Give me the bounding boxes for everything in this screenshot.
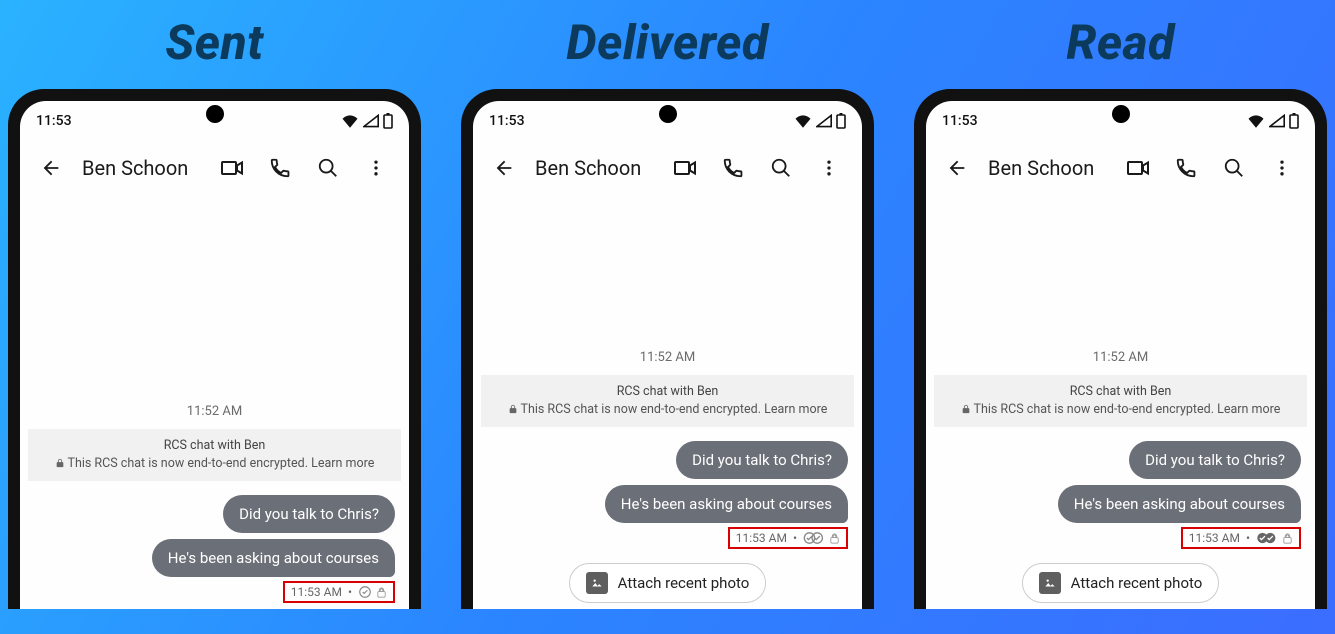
date-separator: 11:52 AM xyxy=(934,350,1307,365)
sent-message-1[interactable]: Did you talk to Chris? xyxy=(676,441,848,479)
read-double-check-filled-icon xyxy=(1256,531,1278,545)
screen: 11:53 Ben Schoon xyxy=(926,101,1315,609)
column-title-sent: Sent xyxy=(165,14,263,71)
voice-call-button[interactable] xyxy=(1169,151,1203,185)
lock-icon xyxy=(961,404,971,414)
camera-cutout xyxy=(659,105,677,123)
screen: 11:53 Ben Schoon xyxy=(473,101,862,609)
column-delivered: Delivered 11:53 Ben Schoon xyxy=(461,0,874,609)
chat-area: 11:52 AM RCS chat with Ben This RCS chat… xyxy=(926,197,1315,609)
video-call-button[interactable] xyxy=(1121,151,1155,185)
attach-photo-label: Attach recent photo xyxy=(1071,574,1203,592)
rcs-banner-line1: RCS chat with Ben xyxy=(944,383,1297,401)
learn-more-link[interactable]: Learn more xyxy=(311,456,374,471)
voice-call-button[interactable] xyxy=(716,151,750,185)
rcs-banner: RCS chat with Ben This RCS chat is now e… xyxy=(481,375,854,427)
lock-icon xyxy=(508,404,518,414)
status-highlight-box: 11:53 AM • xyxy=(283,581,395,603)
more-menu-button[interactable] xyxy=(359,151,393,185)
contact-name[interactable]: Ben Schoon xyxy=(535,156,658,180)
status-icons xyxy=(341,113,393,129)
column-title-delivered: Delivered xyxy=(566,14,768,71)
sent-message-2[interactable]: He's been asking about courses xyxy=(605,485,848,523)
image-icon xyxy=(586,572,608,594)
back-button[interactable] xyxy=(940,151,974,185)
camera-cutout xyxy=(1112,105,1130,123)
attach-photo-chip[interactable]: Attach recent photo xyxy=(569,563,767,603)
search-button[interactable] xyxy=(311,151,345,185)
screen: 11:53 Ben Schoon xyxy=(20,101,409,609)
search-button[interactable] xyxy=(1217,151,1251,185)
lock-icon xyxy=(1282,533,1293,544)
search-button[interactable] xyxy=(764,151,798,185)
rcs-banner-line2: This RCS chat is now end-to-end encrypte… xyxy=(944,401,1297,419)
battery-icon xyxy=(383,113,393,129)
back-button[interactable] xyxy=(487,151,521,185)
app-header: Ben Schoon xyxy=(926,133,1315,197)
status-time: 11:53 xyxy=(36,113,72,129)
contact-name[interactable]: Ben Schoon xyxy=(82,156,205,180)
app-header: Ben Schoon xyxy=(473,133,862,197)
column-title-read: Read xyxy=(1066,14,1174,71)
sent-message-2[interactable]: He's been asking about courses xyxy=(152,539,395,577)
attach-photo-chip[interactable]: Attach recent photo xyxy=(1022,563,1220,603)
delivered-double-check-icon xyxy=(803,531,825,545)
lock-icon xyxy=(376,587,387,598)
wifi-icon xyxy=(341,114,359,128)
signal-icon xyxy=(363,114,379,128)
date-separator: 11:52 AM xyxy=(481,350,854,365)
rcs-banner-line1: RCS chat with Ben xyxy=(491,383,844,401)
phone-frame: 11:53 Ben Schoon xyxy=(8,89,421,609)
lock-icon xyxy=(829,533,840,544)
sent-message-1[interactable]: Did you talk to Chris? xyxy=(223,495,395,533)
signal-icon xyxy=(1269,114,1285,128)
rcs-banner-line1: RCS chat with Ben xyxy=(38,437,391,455)
sent-check-icon xyxy=(358,585,372,599)
video-call-button[interactable] xyxy=(668,151,702,185)
camera-cutout xyxy=(206,105,224,123)
phone-frame: 11:53 Ben Schoon xyxy=(914,89,1327,609)
battery-icon xyxy=(1289,113,1299,129)
contact-name[interactable]: Ben Schoon xyxy=(988,156,1111,180)
image-icon xyxy=(1039,572,1061,594)
learn-more-link[interactable]: Learn more xyxy=(1217,402,1280,417)
status-time: 11:53 xyxy=(489,113,525,129)
wifi-icon xyxy=(794,114,812,128)
status-time: 11:53 xyxy=(942,113,978,129)
date-separator: 11:52 AM xyxy=(28,404,401,419)
app-header: Ben Schoon xyxy=(20,133,409,197)
learn-more-link[interactable]: Learn more xyxy=(764,402,827,417)
wifi-icon xyxy=(1247,114,1265,128)
battery-icon xyxy=(836,113,846,129)
message-timestamp: 11:53 AM xyxy=(291,585,342,599)
status-highlight-box: 11:53 AM • xyxy=(728,527,848,549)
message-timestamp: 11:53 AM xyxy=(736,531,787,545)
voice-call-button[interactable] xyxy=(263,151,297,185)
chat-area: 11:52 AM RCS chat with Ben This RCS chat… xyxy=(473,197,862,609)
video-call-button[interactable] xyxy=(215,151,249,185)
column-sent: Sent 11:53 Ben Schoon xyxy=(8,0,421,609)
sent-message-1[interactable]: Did you talk to Chris? xyxy=(1129,441,1301,479)
status-icons xyxy=(1247,113,1299,129)
rcs-banner-line2: This RCS chat is now end-to-end encrypte… xyxy=(38,455,391,473)
more-menu-button[interactable] xyxy=(1265,151,1299,185)
column-read: Read 11:53 Ben Schoon xyxy=(914,0,1327,609)
status-highlight-box: 11:53 AM • xyxy=(1181,527,1301,549)
lock-icon xyxy=(55,458,65,468)
rcs-banner-line2: This RCS chat is now end-to-end encrypte… xyxy=(491,401,844,419)
rcs-banner: RCS chat with Ben This RCS chat is now e… xyxy=(28,429,401,481)
phone-frame: 11:53 Ben Schoon xyxy=(461,89,874,609)
attach-photo-label: Attach recent photo xyxy=(618,574,750,592)
rcs-banner: RCS chat with Ben This RCS chat is now e… xyxy=(934,375,1307,427)
message-timestamp: 11:53 AM xyxy=(1189,531,1240,545)
more-menu-button[interactable] xyxy=(812,151,846,185)
back-button[interactable] xyxy=(34,151,68,185)
signal-icon xyxy=(816,114,832,128)
status-icons xyxy=(794,113,846,129)
sent-message-2[interactable]: He's been asking about courses xyxy=(1058,485,1301,523)
chat-area: 11:52 AM RCS chat with Ben This RCS chat… xyxy=(20,197,409,609)
